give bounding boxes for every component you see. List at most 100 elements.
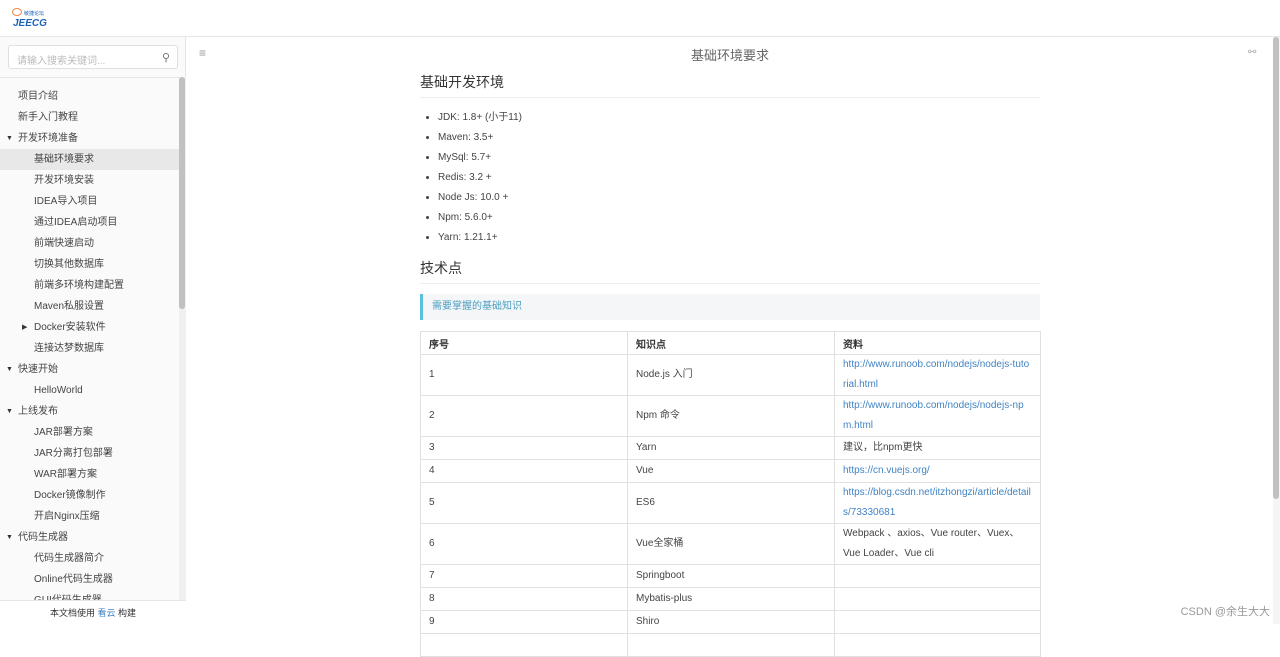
- nav-item-label: Docker镜像制作: [34, 490, 106, 501]
- jeecg-logo[interactable]: 敏捷论坛 JEECG: [12, 8, 48, 30]
- reference-link[interactable]: http://www.runoob.com/nodejs/nodejs-npm.…: [843, 400, 1024, 431]
- nav-item[interactable]: ▼ 开发环境准备: [0, 128, 180, 149]
- kancloud-link[interactable]: 看云: [97, 608, 115, 618]
- table-row: 6 Vue全家桶 Webpack 、axios、Vue router、Vuex、Vu…: [420, 523, 1041, 565]
- cell-n: 7: [420, 564, 628, 588]
- reference-link[interactable]: http://www.runoob.com/nodejs/nodejs-tuto…: [843, 359, 1029, 390]
- list-item: MySql: 5.7+: [438, 148, 1040, 168]
- nav-item[interactable]: 代码生成器简介: [0, 548, 180, 569]
- caret-down-icon[interactable]: ▼: [6, 527, 13, 548]
- nav-item-label: 连接达梦数据库: [34, 343, 104, 354]
- nav-item[interactable]: JAR分离打包部署: [0, 443, 180, 464]
- cell-n: 9: [420, 610, 628, 634]
- nav-item[interactable]: 开发环境安装: [0, 170, 180, 191]
- footer-text: 本文档使用: [49, 608, 98, 618]
- nav-item[interactable]: Online代码生成器: [0, 569, 180, 590]
- page-scrollbar[interactable]: [1273, 37, 1280, 624]
- nav-item-label: 新手入门教程: [18, 112, 78, 123]
- cell-topic: Vue: [627, 459, 835, 483]
- nav-item-label: Maven私服设置: [34, 301, 105, 312]
- logo-text: JEECG: [13, 18, 47, 29]
- nav-item[interactable]: ▶ Docker安装软件: [0, 317, 180, 338]
- scrollbar-thumb[interactable]: [1273, 37, 1279, 499]
- cell-ref: [834, 633, 1041, 657]
- caret-right-icon[interactable]: ▶: [22, 317, 27, 338]
- nav-item-label: 通过IDEA启动项目: [34, 217, 118, 228]
- cell-topic: Vue全家桶: [627, 523, 835, 565]
- nav-item[interactable]: JAR部署方案: [0, 422, 180, 443]
- caret-down-icon[interactable]: ▼: [6, 401, 13, 422]
- table-row: [420, 633, 1041, 657]
- nav-item-label: 项目介绍: [18, 91, 58, 102]
- footer-text-end: 构建: [115, 608, 137, 618]
- menu-toggle-icon[interactable]: ≡: [199, 46, 206, 60]
- nav-item-label: 开发环境安装: [34, 175, 94, 186]
- nav-item[interactable]: 开启Nginx压缩: [0, 506, 180, 527]
- nav-item-label: 开发环境准备: [18, 133, 78, 144]
- nav-item[interactable]: 项目介绍: [0, 86, 180, 107]
- tip-callout: 需要掌握的基础知识: [420, 294, 1040, 320]
- nav-item[interactable]: IDEA导入项目: [0, 191, 180, 212]
- nav-item[interactable]: WAR部署方案: [0, 464, 180, 485]
- nav-item[interactable]: 新手入门教程: [0, 107, 180, 128]
- nav-item[interactable]: ▼ 快速开始: [0, 359, 180, 380]
- cell-n: 4: [420, 459, 628, 483]
- cell-ref: Webpack 、axios、Vue router、Vuex、Vue Loade…: [834, 523, 1041, 565]
- nav-item[interactable]: Docker镜像制作: [0, 485, 180, 506]
- nav-item[interactable]: ▼ 代码生成器: [0, 527, 180, 548]
- env-list: JDK: 1.8+ (小于11)Maven: 3.5+MySql: 5.7+Re…: [420, 108, 1040, 248]
- nav-item[interactable]: 前端快速启动: [0, 233, 180, 254]
- share-icon[interactable]: ⚯: [1248, 47, 1256, 58]
- search-placeholder: 请输入搜索关键词...: [17, 56, 106, 67]
- nav-item[interactable]: 前端多环境构建配置: [0, 275, 180, 296]
- nav-item[interactable]: 通过IDEA启动项目: [0, 212, 180, 233]
- nav-item-label: IDEA导入项目: [34, 196, 98, 207]
- nav-item-label: 前端多环境构建配置: [34, 280, 124, 291]
- sidebar-scrollbar[interactable]: [179, 77, 186, 624]
- list-item: JDK: 1.8+ (小于11): [438, 108, 1040, 128]
- nav-item-label: 前端快速启动: [34, 238, 94, 249]
- table-row: 9 Shiro: [420, 610, 1041, 634]
- list-item: Maven: 3.5+: [438, 128, 1040, 148]
- nav-item[interactable]: 切换其他数据库: [0, 254, 180, 275]
- table-row: 3 Yarn 建议，比npm更快: [420, 436, 1041, 460]
- nav-item[interactable]: Maven私服设置: [0, 296, 180, 317]
- sidebar: 请输入搜索关键词... ⚲ 项目介绍 新手入门教程 ▼ 开发环境准备 基础环境要求 开发环…: [0, 37, 186, 624]
- cell-n: 5: [420, 482, 628, 524]
- cell-topic: Yarn: [627, 436, 835, 460]
- cell-ref: [834, 587, 1041, 611]
- cell-ref: http://www.runoob.com/nodejs/nodejs-tuto…: [834, 354, 1041, 396]
- chat-bubble-icon: [12, 8, 22, 16]
- caret-down-icon[interactable]: ▼: [6, 359, 13, 380]
- scrollbar-thumb[interactable]: [179, 77, 185, 309]
- nav-item-label: Online代码生成器: [34, 574, 113, 585]
- divider: [0, 77, 186, 78]
- reference-link[interactable]: https://blog.csdn.net/itzhongzi/article/…: [843, 487, 1031, 518]
- page-title: 基础环境要求: [690, 48, 769, 63]
- nav-item[interactable]: 连接达梦数据库: [0, 338, 180, 359]
- table-row: 5 ES6 https://blog.csdn.net/itzhongzi/arti…: [420, 482, 1041, 524]
- nav-item-label: Docker安装软件: [34, 322, 106, 333]
- table-row: 1 Node.js 入门 http://www.runoob.com/nodejs/…: [420, 354, 1041, 396]
- search-input[interactable]: 请输入搜索关键词... ⚲: [8, 45, 178, 69]
- nav-item[interactable]: 基础环境要求: [0, 149, 180, 170]
- search-icon[interactable]: ⚲: [162, 51, 170, 64]
- nav-item[interactable]: HelloWorld: [0, 380, 180, 401]
- nav-item-label: WAR部署方案: [34, 469, 97, 480]
- reference-link[interactable]: https://cn.vuejs.org/: [843, 465, 930, 476]
- cell-topic: Npm 命令: [627, 395, 835, 437]
- cell-ref: https://cn.vuejs.org/: [834, 459, 1041, 483]
- cell-ref: http://www.runoob.com/nodejs/nodejs-npm.…: [834, 395, 1041, 437]
- cell-ref: [834, 564, 1041, 588]
- cell-n: 6: [420, 523, 628, 565]
- nav-item[interactable]: ▼ 上线发布: [0, 401, 180, 422]
- cell-n: 1: [420, 354, 628, 396]
- table-row: 2 Npm 命令 http://www.runoob.com/nodejs/node…: [420, 395, 1041, 437]
- cell-ref: [834, 610, 1041, 634]
- section-heading: 技术点: [420, 258, 1040, 284]
- caret-down-icon[interactable]: ▼: [6, 128, 13, 149]
- nav-item-label: 切换其他数据库: [34, 259, 104, 270]
- cell-topic: Springboot: [627, 564, 835, 588]
- table-row: 7 Springboot: [420, 564, 1041, 588]
- logo-subtitle: 敏捷论坛: [24, 11, 45, 17]
